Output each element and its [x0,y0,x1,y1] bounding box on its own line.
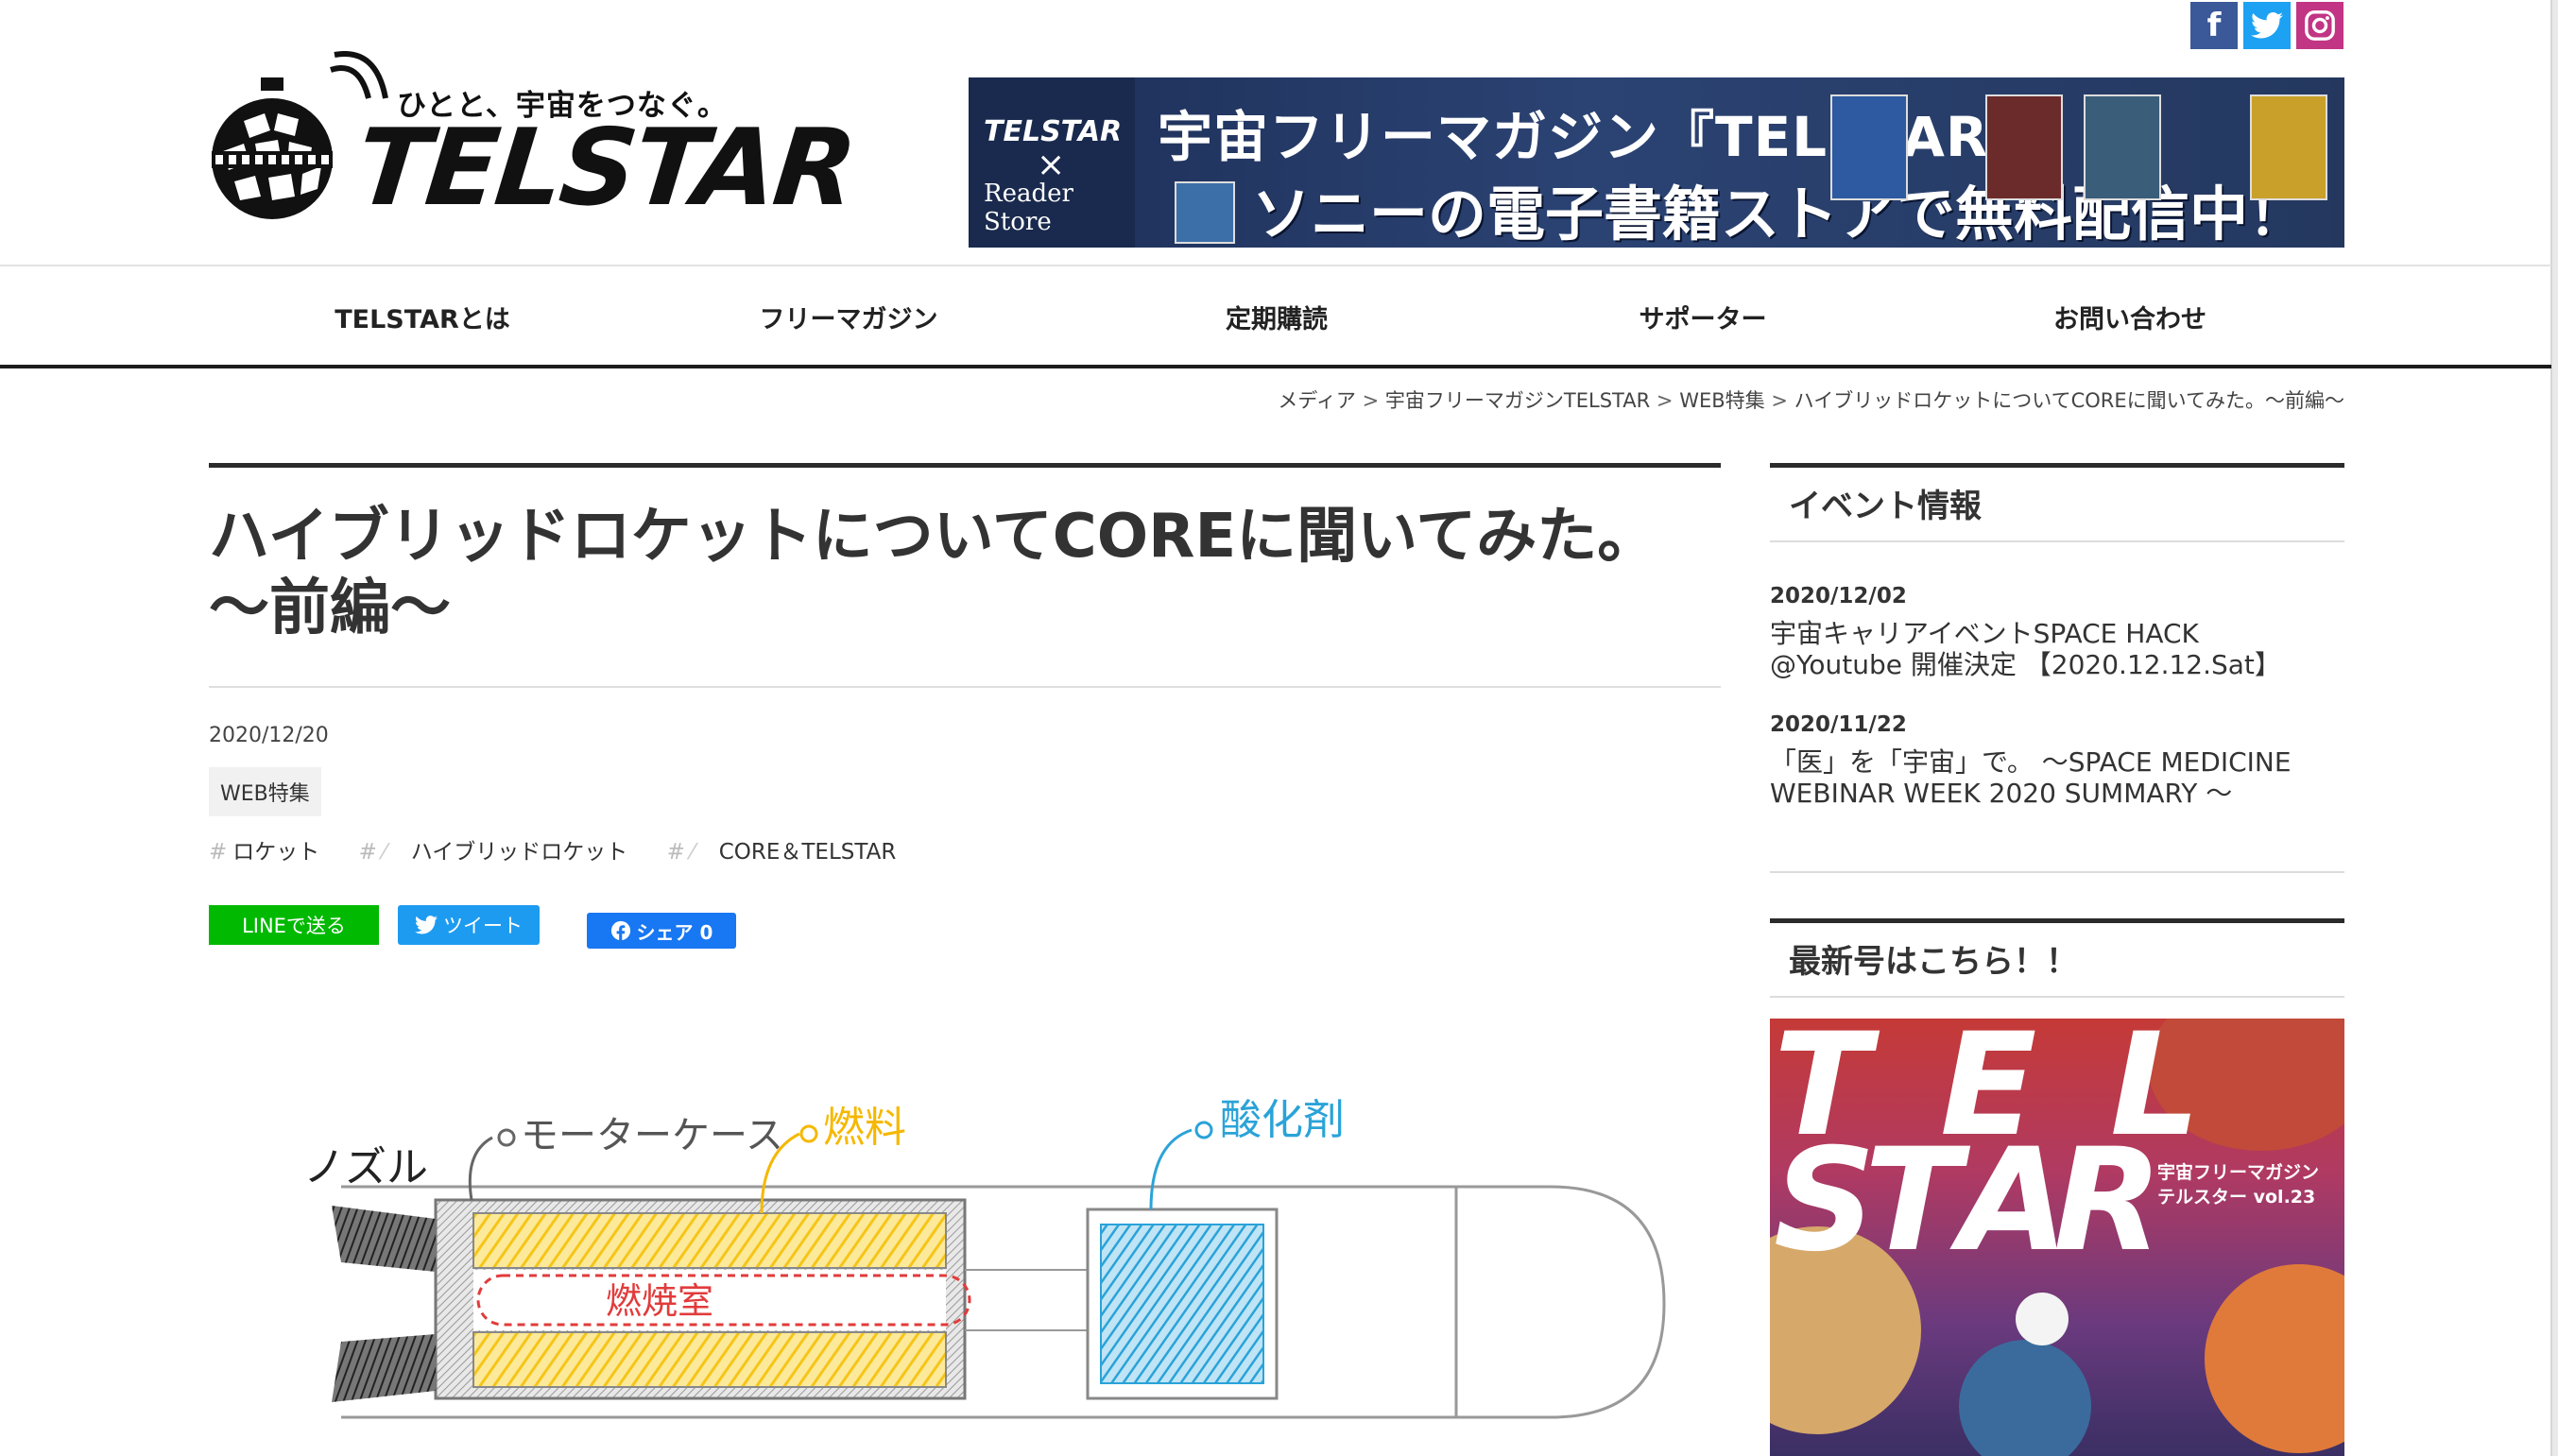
breadcrumb-item-current: ハイブリッドロケットについてCOREに聞いてみた。～前編～ [1794,389,2344,412]
cover-letter: T [1864,1119,1962,1283]
banner-headline: 宇宙フリーマガジン『TELSTAR』 [1158,105,2045,169]
breadcrumb-item-web-feature[interactable]: WEB特集 [1679,389,1764,412]
nav-item-contact[interactable]: お問い合わせ [2053,299,2206,335]
breadcrumb-separator: > [1362,389,1380,412]
event-link[interactable]: 宇宙キャリアイベントSPACE HACK @Youtube 開催決定 【2020… [1770,618,2337,680]
magazine-cover-thumbnail [1175,181,1235,244]
events-heading: イベント情報 [1789,488,1982,525]
tweet-button[interactable]: ツイート [398,905,540,945]
latest-heading-divider [1770,996,2344,998]
combustion-chamber-label: 燃焼室 [606,1280,713,1322]
banner-cross: × [1037,146,1066,184]
breadcrumb-item-media[interactable]: メディア [1278,389,1356,412]
main-nav: TELSTARとは フリーマガジン 定期購読 サポーター お問い合わせ [0,266,2551,368]
oxidizer-label: 酸化剤 [1220,1096,1345,1144]
ball-illustration [2016,1293,2069,1345]
motor-case-label: モーターケース [521,1114,783,1157]
cover-caption: 宇宙フリーマガジン テルスター vol.23 [2157,1160,2319,1209]
tag-rocket[interactable]: ロケット [232,840,319,865]
events-heading-divider [1770,540,2344,542]
cover-letter: S [1774,1119,1877,1283]
category-badge[interactable]: WEB特集 [209,767,321,816]
hybrid-rocket-diagram: ノズル モーターケース 燃料 酸化剤 燃焼室 [303,1096,1666,1419]
hash-icon: # [209,840,228,865]
magazine-cover-thumbnail [2250,94,2327,200]
facebook-icon[interactable]: f [2190,2,2238,49]
nav-item-about[interactable]: TELSTARとは [335,299,510,335]
title-divider [209,686,1721,688]
events-bottom-divider [1770,871,2344,873]
planet-illustration [2205,1264,2344,1453]
latest-issue-heading: 最新号はこちら！！ [1789,943,2078,981]
hash-icon: # [358,840,377,865]
facebook-share-button[interactable]: シェア 0 [587,913,736,949]
tag-hybrid-rocket[interactable]: ハイブリッドロケット [411,840,628,865]
nav-item-subscription[interactable]: 定期購読 [1226,299,1328,335]
event-date: 2020/12/02 [1770,584,1907,608]
cover-letter: R [2053,1119,2163,1283]
nav-item-supporter[interactable]: サポーター [1640,299,1767,335]
tag-core-telstar[interactable]: CORE＆TELSTAR [719,840,897,865]
twitter-bird-icon [415,916,438,934]
breadcrumb-item-magazine[interactable]: 宇宙フリーマガジンTELSTAR [1385,389,1650,412]
planet-illustration [1959,1340,2091,1456]
event-date: 2020/11/22 [1770,712,1907,737]
cover-caption-line: 宇宙フリーマガジン [2157,1162,2320,1183]
tweet-label: ツイート [443,915,523,937]
article-top-border [209,463,1721,468]
tag-divider: ⁄ [382,840,386,865]
latest-top-border [1770,918,2344,923]
magazine-cover-thumbnail [1830,94,1908,200]
banner-brand-panel: TELSTAR × Reader Store [969,77,1135,248]
sidebar-top-border [1770,463,2344,468]
facebook-share-label: シェア 0 [636,920,713,944]
event-link[interactable]: 「医」を「宇宙」で。 ～SPACE MEDICINE WEBINAR WEEK … [1770,746,2337,809]
breadcrumb-separator: > [1656,389,1674,412]
banner-brand: TELSTAR [984,115,1123,148]
telstar-satellite-logo-icon [212,77,333,219]
fuel-label: 燃料 [823,1104,906,1152]
site-logo-text[interactable]: TELSTAR [351,107,859,230]
magazine-cover-thumbnail [1985,94,2063,200]
banner-partner: Reader Store [984,180,1073,236]
facebook-icon [610,920,630,941]
magazine-cover-thumbnail [2084,94,2161,200]
line-share-button[interactable]: LINEで送る [209,905,379,945]
breadcrumb: メディア > 宇宙フリーマガジンTELSTAR > WEB特集 > ハイブリッド… [1278,385,2344,414]
instagram-icon[interactable] [2296,2,2343,49]
tag-list: # ロケット # ⁄ ハイブリッドロケット # ⁄ CORE＆TELSTAR [209,833,928,865]
nav-item-free-magazine[interactable]: フリーマガジン [760,299,938,335]
scrollbar[interactable] [2552,0,2558,1456]
nozzle-label: ノズル [303,1143,428,1191]
reader-store-banner[interactable]: TELSTAR × Reader Store 宇宙フリーマガジン『TELSTAR… [969,77,2344,248]
site-header: ひとと、宇宙をつなぐ。 TELSTAR f TELSTAR × Reader S… [0,0,2551,266]
article-date: 2020/12/20 [209,724,329,747]
cover-letter: A [1959,1119,2069,1283]
cover-caption-line: テルスター vol.23 [2157,1187,2316,1208]
hash-icon: # [666,840,685,865]
twitter-icon[interactable] [2243,2,2291,49]
tag-divider: ⁄ [690,840,695,865]
article-title: ハイブリッドロケットについてCOREに聞いてみた。～前編～ [209,502,1658,643]
latest-issue-cover[interactable]: T E L S T A R 宇宙フリーマガジン テルスター vol.23 [1770,1019,2344,1456]
breadcrumb-separator: > [1771,389,1788,412]
